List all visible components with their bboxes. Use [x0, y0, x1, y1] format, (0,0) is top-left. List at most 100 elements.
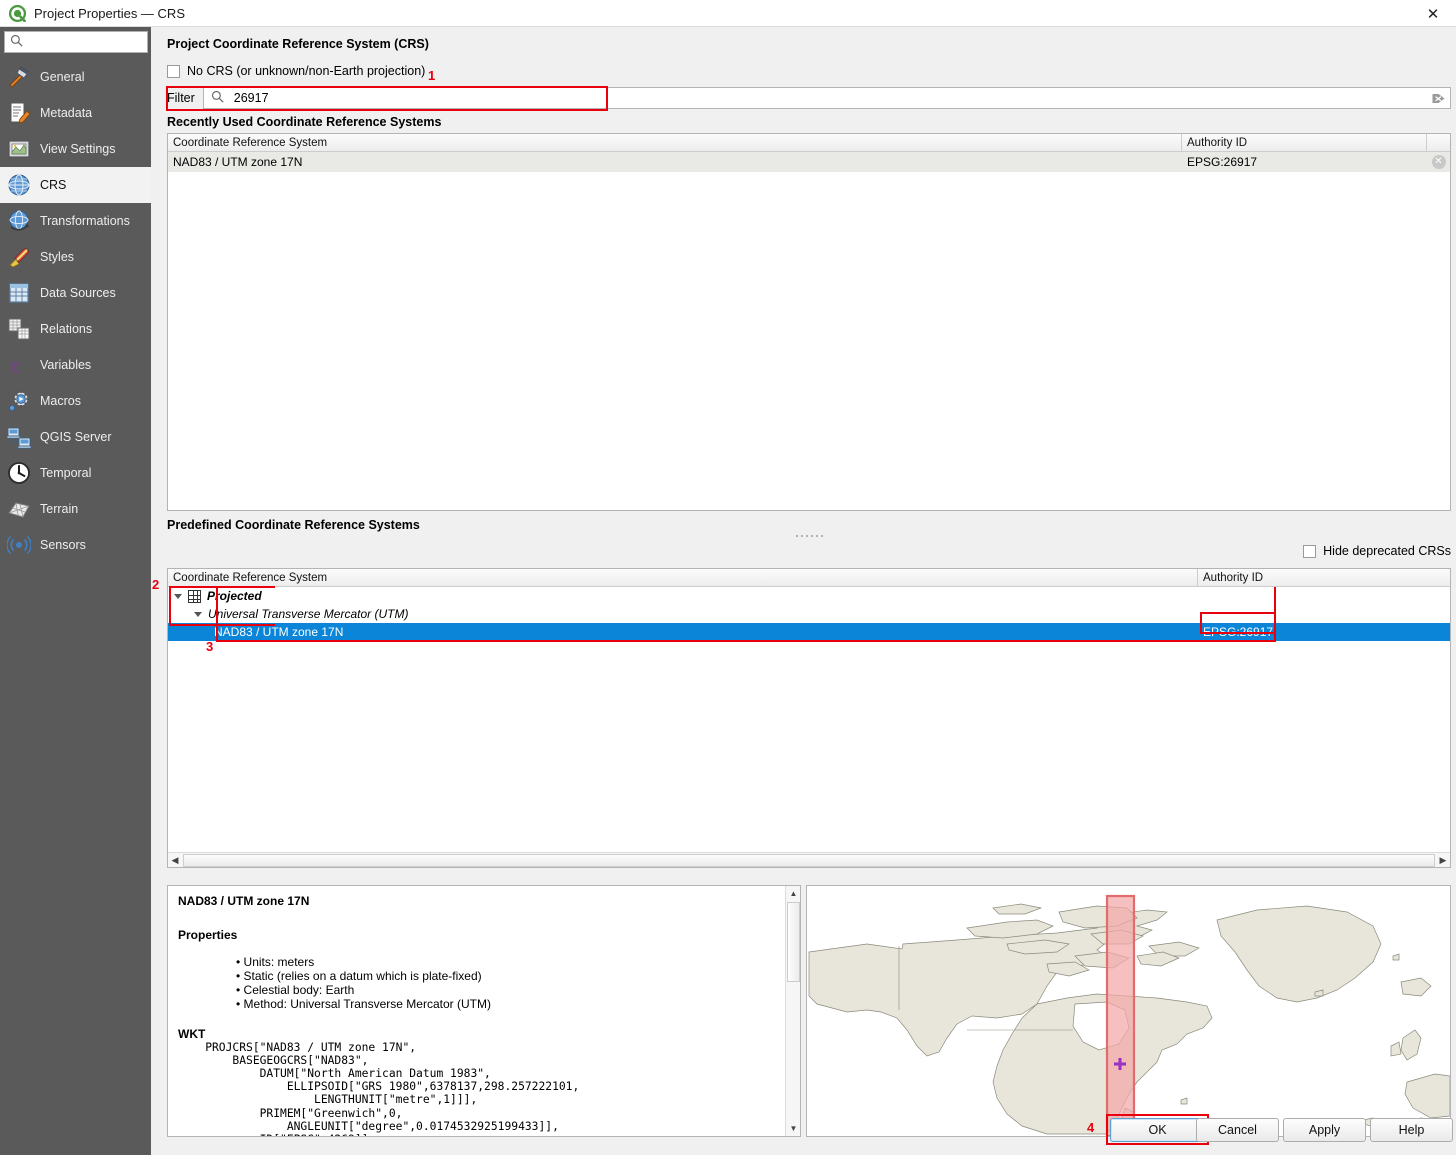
mesh-icon: [7, 497, 31, 521]
panel-splitter[interactable]: [167, 532, 1451, 540]
sidebar-item-label: Terrain: [40, 502, 79, 516]
table-header: Coordinate Reference System Authority ID: [168, 134, 1450, 152]
sidebar-item-styles[interactable]: Styles: [0, 239, 151, 275]
window-titlebar: Project Properties — CRS ✕: [0, 0, 1456, 27]
no-crs-checkbox-row[interactable]: No CRS (or unknown/non-Earth projection): [167, 64, 425, 78]
crs-details-panel: NAD83 / UTM zone 17N Properties Units: m…: [167, 885, 801, 1137]
tree-row[interactable]: Projected: [168, 587, 1450, 605]
ok-button[interactable]: OK: [1110, 1118, 1205, 1142]
sidebar-item-label: Metadata: [40, 106, 93, 120]
sidebar-item-label: Macros: [40, 394, 81, 408]
selected-crs-row[interactable]: NAD83 / UTM zone 17N EPSG:26917: [168, 623, 1450, 641]
cancel-button[interactable]: Cancel: [1196, 1118, 1279, 1142]
crs-settings-page: Project Coordinate Reference System (CRS…: [151, 27, 1456, 1155]
sidebar-item-label: Transformations: [40, 214, 130, 228]
sidebar-item-transformations[interactable]: Transformations: [0, 203, 151, 239]
cell-authority: EPSG:26917: [1203, 625, 1274, 639]
scroll-up-icon[interactable]: ▲: [786, 886, 800, 901]
sidebar-item-qgis-server[interactable]: QGIS Server: [0, 419, 151, 455]
qgis-logo-icon: [8, 4, 27, 22]
sidebar-item-relations[interactable]: Relations: [0, 311, 151, 347]
chevron-down-icon[interactable]: [194, 611, 202, 617]
tree-node-label: Universal Transverse Mercator (UTM): [208, 607, 409, 621]
column-header-crs[interactable]: Coordinate Reference System: [168, 569, 1198, 586]
close-icon[interactable]: ✕: [1410, 0, 1456, 27]
filter-input-wrapper[interactable]: [202, 87, 1451, 109]
window-title: Project Properties — CRS: [34, 5, 185, 21]
sidebar-item-sensors[interactable]: Sensors: [0, 527, 151, 563]
cell-crs: NAD83 / UTM zone 17N: [173, 155, 303, 169]
clear-x-icon[interactable]: [1431, 91, 1446, 106]
no-crs-label: No CRS (or unknown/non-Earth projection): [187, 64, 426, 78]
world-map-graphic: [807, 886, 1450, 1136]
horizontal-scrollbar[interactable]: ◀ ▶: [168, 852, 1450, 867]
sidebar-item-data-sources[interactable]: Data Sources: [0, 275, 151, 311]
scrollbar-thumb[interactable]: [183, 853, 1435, 867]
property-item: Method: Universal Transverse Mercator (U…: [236, 997, 776, 1012]
filter-input[interactable]: [231, 90, 1450, 106]
tree-node-label: Projected: [207, 589, 262, 603]
properties-heading: Properties: [178, 928, 238, 942]
sidebar-item-macros[interactable]: Macros: [0, 383, 151, 419]
tree-row[interactable]: Universal Transverse Mercator (UTM): [168, 605, 1450, 623]
column-header-authority[interactable]: Authority ID: [1182, 134, 1427, 151]
hide-deprecated-row[interactable]: Hide deprecated CRSs: [1303, 544, 1451, 558]
hide-deprecated-checkbox[interactable]: [1303, 544, 1317, 558]
sidebar-item-label: QGIS Server: [40, 430, 112, 444]
sidebar-item-variables[interactable]: ε Variables: [0, 347, 151, 383]
column-header-authority[interactable]: Authority ID: [1198, 569, 1450, 586]
sidebar-item-label: General: [40, 70, 85, 84]
predefined-heading: Predefined Coordinate Reference Systems: [167, 518, 420, 532]
chevron-down-icon[interactable]: [174, 593, 182, 599]
sidebar-item-label: Styles: [40, 250, 75, 264]
cell-crs: Universal Transverse Mercator (UTM): [168, 605, 1198, 623]
cell-authority: EPSG:26917: [1187, 155, 1258, 169]
servers-icon: [6, 425, 32, 449]
apply-button[interactable]: Apply: [1283, 1118, 1366, 1142]
crs-details-title: NAD83 / UTM zone 17N: [178, 894, 310, 908]
scroll-right-icon[interactable]: ▶: [1436, 853, 1450, 868]
settings-sidebar: General Metadata View Settings CRS Transform…: [0, 27, 151, 1155]
scroll-left-icon[interactable]: ◀: [168, 853, 182, 868]
paintbrush-icon: [7, 245, 31, 269]
sidebar-item-label: Temporal: [40, 466, 92, 480]
cell-authority: [1198, 587, 1450, 605]
column-header-actions: [1427, 134, 1450, 151]
remove-circle-icon[interactable]: ✕: [1427, 152, 1450, 172]
table-row[interactable]: NAD83 / UTM zone 17N EPSG:26917 ✕: [168, 152, 1450, 172]
cell-crs: Projected: [168, 587, 1198, 605]
annotation-number-4: 4: [1087, 1120, 1095, 1135]
filter-label: Filter: [167, 91, 195, 105]
sidebar-item-label: CRS: [40, 178, 67, 192]
wkt-heading: WKT: [178, 1026, 206, 1041]
sidebar-item-temporal[interactable]: Temporal: [0, 455, 151, 491]
sidebar-item-view-settings[interactable]: View Settings: [0, 131, 151, 167]
sidebar-item-crs[interactable]: CRS: [0, 167, 151, 203]
property-item: Static (relies on a datum which is plate…: [236, 969, 776, 984]
cell-crs: NAD83 / UTM zone 17N: [168, 623, 1198, 641]
scrollbar-thumb[interactable]: [787, 902, 800, 982]
sidebar-item-label: View Settings: [40, 142, 116, 156]
gear-play-icon: [7, 389, 31, 413]
no-crs-checkbox[interactable]: [167, 64, 180, 78]
help-button[interactable]: Help: [1370, 1118, 1453, 1142]
document-pencil-icon: [7, 101, 31, 125]
table-icon: [7, 281, 31, 305]
sidebar-item-metadata[interactable]: Metadata: [0, 95, 151, 131]
annotation-number-1: 1: [428, 68, 436, 83]
svg-text:ε: ε: [10, 353, 20, 377]
sidebar-item-general[interactable]: General: [0, 59, 151, 95]
annotation-number-2: 2: [152, 577, 160, 592]
globe-grid-icon: [7, 173, 31, 197]
recently-used-heading: Recently Used Coordinate Reference Syste…: [167, 115, 442, 129]
sidebar-item-terrain[interactable]: Terrain: [0, 491, 151, 527]
vertical-scrollbar[interactable]: ▲ ▼: [785, 886, 800, 1136]
properties-list: Units: metersStatic (relies on a datum w…: [236, 955, 776, 1012]
epsilon-icon: ε: [7, 353, 31, 377]
crs-extent-preview[interactable]: [806, 885, 1451, 1137]
table-header: Coordinate Reference System Authority ID: [168, 569, 1450, 587]
recently-used-table: Coordinate Reference System Authority ID…: [167, 133, 1451, 511]
sidebar-search-box[interactable]: [4, 31, 148, 53]
search-input[interactable]: [26, 34, 136, 50]
column-header-crs[interactable]: Coordinate Reference System: [168, 134, 1182, 151]
